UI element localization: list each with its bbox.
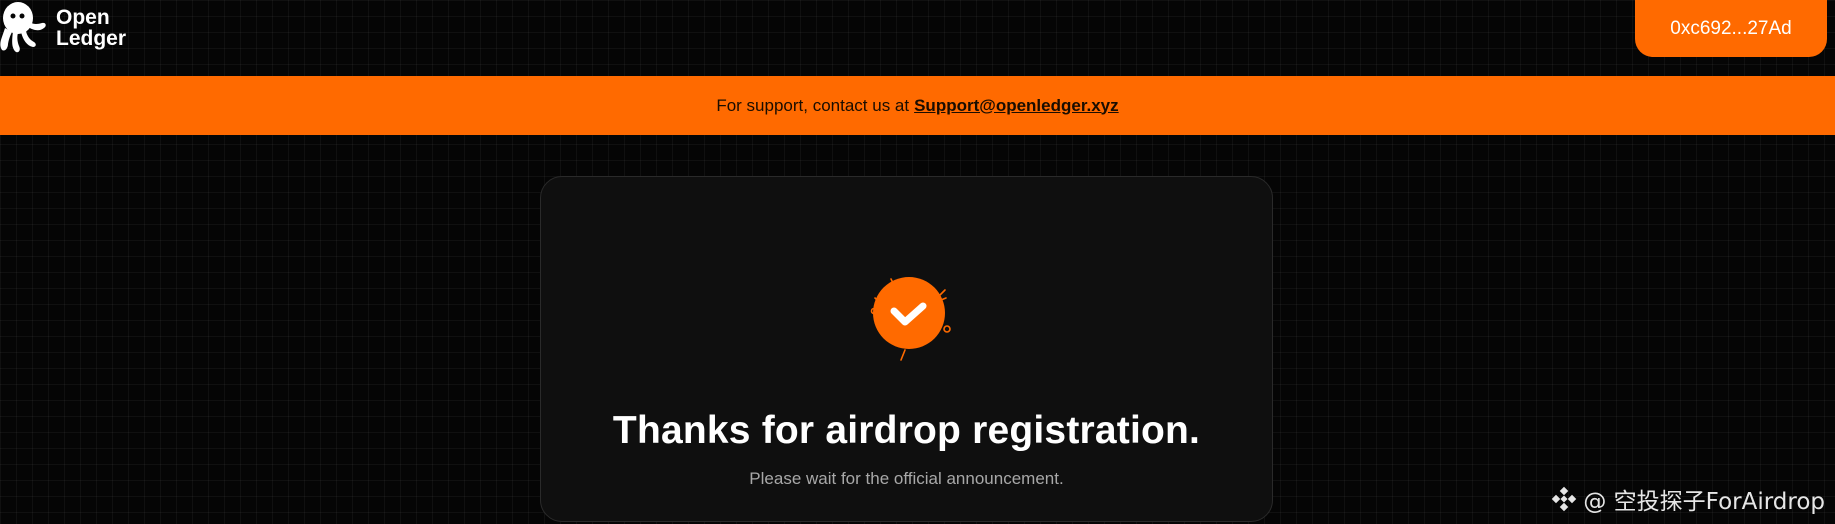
success-check-icon	[870, 277, 951, 361]
logo-text: Open Ledger	[56, 7, 126, 49]
watermark-text: @ 空投探子ForAirdrop	[1583, 489, 1825, 515]
top-bar: Open Ledger 0xc692...27Ad	[0, 0, 1835, 75]
diamond-logo-icon	[1552, 486, 1577, 512]
registration-card: Thanks for airdrop registration. Please …	[540, 176, 1273, 522]
page: Open Ledger 0xc692...27Ad For support, c…	[0, 0, 1835, 524]
card-title: Thanks for airdrop registration.	[612, 409, 1201, 452]
logo[interactable]: Open Ledger	[0, 0, 126, 55]
support-text: For support, contact us at	[716, 95, 910, 115]
logo-text-line2: Ledger	[56, 26, 127, 50]
octopus-logo-icon	[0, 2, 46, 53]
logo-text-line1: Open	[56, 5, 110, 29]
support-banner: For support, contact us at Support@openl…	[0, 76, 1835, 135]
watermark: @ 空投探子ForAirdrop	[1551, 482, 1825, 516]
card-subtitle: Please wait for the official announcemen…	[749, 469, 1064, 488]
support-email-link[interactable]: Support@openledger.xyz	[914, 96, 1119, 116]
wallet-address-button[interactable]: 0xc692...27Ad	[1635, 0, 1827, 57]
